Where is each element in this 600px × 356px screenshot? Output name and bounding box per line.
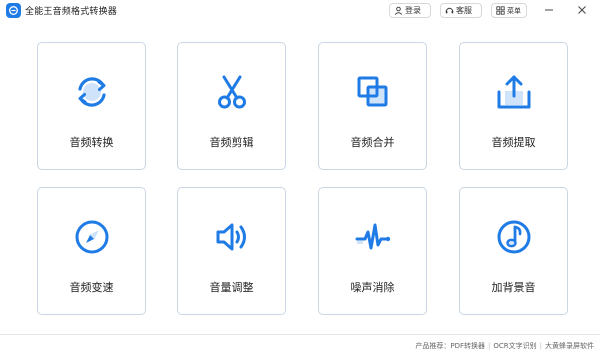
card-add-background-music[interactable]: 加背景音 [459, 187, 568, 315]
card-label: 噪声消除 [350, 281, 395, 294]
card-label: 音频转换 [69, 136, 114, 149]
card-label: 音量调整 [209, 281, 254, 294]
card-audio-extract[interactable]: 音频提取 [459, 42, 568, 170]
card-volume-adjust[interactable]: 音量调整 [177, 187, 286, 315]
service-label: 客服 [456, 6, 472, 15]
extract-upload-icon [494, 72, 534, 112]
card-audio-merge[interactable]: 音频合并 [318, 42, 427, 170]
footer-link-ocr[interactable]: OCR文字识别 [493, 341, 536, 351]
app-title: 全能王音频格式转换器 [25, 7, 118, 17]
waveform-noise-icon [353, 217, 393, 257]
grid-menu-icon [496, 6, 505, 15]
convert-arrows-icon [72, 72, 112, 112]
footer-link-recorder[interactable]: 大黄蜂录屏软件 [545, 341, 594, 351]
minimize-button[interactable] [542, 3, 556, 17]
card-label: 加背景音 [491, 281, 536, 294]
user-icon [394, 6, 403, 15]
menu-label: 菜单 [507, 6, 521, 15]
menu-button[interactable]: 菜单 [491, 3, 527, 18]
close-icon [578, 6, 586, 14]
card-label: 音频变速 [69, 281, 114, 294]
login-button[interactable]: 登录 [389, 3, 431, 18]
card-label: 音频剪辑 [209, 136, 254, 149]
volume-speaker-icon [212, 217, 252, 257]
headset-icon [445, 7, 454, 14]
card-label: 音频合并 [350, 136, 395, 149]
close-button[interactable] [575, 3, 589, 17]
footer-prefix: 产品推荐： [415, 342, 451, 350]
title-bar: 全能王音频格式转换器 登录 客服 菜单 [0, 0, 600, 22]
footer-link-pdf[interactable]: PDF转换器 [450, 341, 485, 351]
music-note-circle-icon [494, 217, 534, 257]
login-label: 登录 [405, 6, 421, 15]
app-logo-icon [6, 3, 21, 18]
card-audio-convert[interactable]: 音频转换 [37, 42, 146, 170]
card-audio-speed[interactable]: 音频变速 [37, 187, 146, 315]
footer-separator: | [539, 342, 542, 350]
card-label: 音频提取 [491, 136, 536, 149]
card-audio-clip[interactable]: 音频剪辑 [177, 42, 286, 170]
minimize-icon [545, 9, 553, 11]
footer-recommendations: 产品推荐： PDF转换器 | OCR文字识别 | 大黄蜂录屏软件 [415, 341, 594, 351]
card-noise-removal[interactable]: 噪声消除 [318, 187, 427, 315]
compass-speed-icon [72, 217, 112, 257]
footer-separator: | [488, 342, 491, 350]
merge-squares-icon [353, 72, 393, 112]
customer-service-button[interactable]: 客服 [440, 3, 482, 18]
scissors-icon [212, 72, 252, 112]
footer-divider [0, 334, 600, 335]
